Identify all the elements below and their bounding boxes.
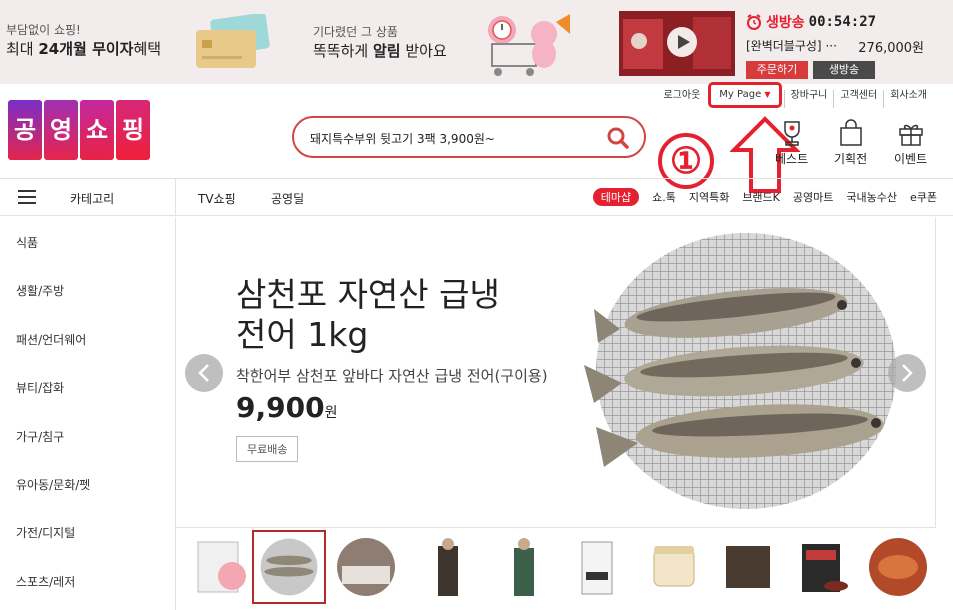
nav-gongyeong-mart[interactable]: 공영마트 bbox=[793, 189, 833, 205]
event-label: 이벤트 bbox=[894, 152, 928, 166]
thumbnail-4[interactable] bbox=[416, 536, 480, 598]
nav-domestic-agri[interactable]: 국내농수산 bbox=[846, 189, 897, 205]
slide-thumbnails bbox=[176, 527, 936, 610]
nav-show-talk[interactable]: 쇼.톡 bbox=[652, 189, 676, 205]
fish-product-image bbox=[584, 233, 896, 509]
thumbnail-3[interactable] bbox=[334, 536, 398, 598]
hero-title-line2: 전어 1kg bbox=[236, 315, 369, 354]
category-sidebar: 식품 생활/주방 패션/언더웨어 뷰티/잡화 가구/침구 유아동/문화/펫 가전… bbox=[0, 217, 176, 610]
plan-label: 기획전 bbox=[834, 152, 868, 166]
nav-brand-k[interactable]: 브랜드K bbox=[742, 189, 780, 205]
nav-divider bbox=[175, 179, 176, 216]
shopping-bag-icon bbox=[839, 119, 862, 146]
best-link[interactable]: 베스트 bbox=[775, 118, 808, 167]
free-shipping-tag: 무료배송 bbox=[236, 436, 299, 462]
alarm-promo[interactable]: 기다렸던 그 상품 똑똑하게 알림 받아요 bbox=[313, 24, 447, 59]
nav-regional[interactable]: 지역특화 bbox=[689, 189, 729, 205]
live-product-price: 276,000원 bbox=[858, 41, 924, 56]
thumbnail-1[interactable] bbox=[190, 536, 254, 598]
thumbnail-5[interactable] bbox=[492, 536, 556, 598]
thumbnail-7[interactable] bbox=[642, 536, 706, 598]
next-slide-button[interactable] bbox=[888, 354, 926, 392]
thumbnail-9[interactable] bbox=[792, 536, 856, 598]
logo-char-1: 공 bbox=[8, 100, 42, 160]
site-logo[interactable]: 공 영 쇼 핑 bbox=[8, 100, 150, 160]
live-product-info[interactable]: [완벽더블구성] ··· 276,000원 bbox=[746, 37, 946, 56]
hero-title: 삼천포 자연산 급냉 전어 1kg bbox=[236, 275, 500, 355]
installment-promo-line1: 부담없이 쇼핑! bbox=[6, 23, 81, 37]
gift-icon bbox=[898, 124, 923, 146]
live-product-ellipsis: ··· bbox=[825, 39, 837, 53]
live-video-thumbnail[interactable] bbox=[619, 11, 735, 76]
caret-down-icon: ▼ bbox=[764, 90, 771, 99]
logout-link[interactable]: 로그아웃 bbox=[657, 90, 706, 108]
live-label: 생방송 bbox=[766, 15, 805, 31]
sidebar-item-living[interactable]: 생활/주방 bbox=[16, 282, 64, 299]
sidebar-item-beauty[interactable]: 뷰티/잡화 bbox=[16, 379, 64, 396]
thumbnail-8[interactable] bbox=[716, 536, 780, 598]
thumbnail-6[interactable] bbox=[566, 536, 630, 598]
logo-char-4: 핑 bbox=[116, 100, 150, 160]
hero-price: 9,900원 bbox=[236, 391, 338, 424]
pig-mascot-image bbox=[488, 14, 570, 76]
hero-title-line1: 삼천포 자연산 급냉 bbox=[236, 275, 500, 314]
nav-right-links: 테마샵 쇼.톡 지역특화 브랜드K 공영마트 국내농수산 e쿠폰 bbox=[592, 188, 937, 206]
event-link[interactable]: 이벤트 bbox=[894, 118, 927, 167]
about-link[interactable]: 회사소개 bbox=[883, 90, 933, 108]
sidebar-item-fashion[interactable]: 패션/언더웨어 bbox=[16, 331, 86, 348]
thumbnail-10[interactable] bbox=[866, 536, 930, 598]
credit-card-image bbox=[196, 14, 270, 68]
nav-e-coupon[interactable]: e쿠폰 bbox=[910, 189, 937, 205]
hamburger-menu-icon[interactable] bbox=[18, 190, 36, 204]
promo-banner: 부담없이 쇼핑! 최대 24개월 무이자혜택 기다렸던 그 상품 똑똑하게 알림… bbox=[0, 0, 953, 84]
search-bar[interactable]: 돼지특수부위 뒷고기 3팩 3,900원~ bbox=[292, 116, 646, 158]
sidebar-item-kids[interactable]: 유아동/문화/펫 bbox=[16, 476, 90, 493]
trophy-icon bbox=[783, 121, 800, 146]
mypage-label: My Page bbox=[719, 89, 762, 100]
search-icon[interactable] bbox=[606, 126, 630, 150]
nav-tv-shopping[interactable]: TV쇼핑 bbox=[198, 190, 236, 207]
nav-gongyeong-deal[interactable]: 공영딜 bbox=[271, 190, 304, 207]
order-button[interactable]: 주문하기 bbox=[746, 61, 808, 79]
alarm-promo-line2: 똑똑하게 알림 받아요 bbox=[313, 42, 447, 60]
alarm-promo-line1: 기다렸던 그 상품 bbox=[313, 25, 398, 39]
live-countdown: 00:54:27 bbox=[808, 14, 877, 30]
hero-subtitle: 착한어부 삼천포 앞바다 자연산 급냉 전어(구이용) bbox=[236, 367, 548, 385]
prev-slide-button[interactable] bbox=[185, 354, 223, 392]
nav-theme-shop[interactable]: 테마샵 bbox=[592, 188, 640, 206]
installment-promo[interactable]: 부담없이 쇼핑! 최대 24개월 무이자혜택 bbox=[6, 22, 161, 57]
utility-links: 로그아웃 My Page ▼ 장바구니 고객센터 회사소개 bbox=[657, 82, 933, 108]
logo-char-3: 쇼 bbox=[80, 100, 114, 160]
sidebar-item-sports[interactable]: 스포츠/레저 bbox=[16, 573, 75, 590]
category-menu[interactable]: 카테고리 bbox=[70, 190, 114, 207]
live-product-name: [완벽더블구성] bbox=[746, 39, 822, 53]
alarm-clock-icon bbox=[747, 14, 761, 30]
thumbnail-2-selected[interactable] bbox=[252, 530, 326, 604]
support-link[interactable]: 고객센터 bbox=[833, 90, 883, 108]
main-nav: 카테고리 TV쇼핑 공영딜 테마샵 쇼.톡 지역특화 브랜드K 공영마트 국내농… bbox=[0, 178, 953, 216]
live-button[interactable]: 생방송 bbox=[813, 61, 875, 79]
search-input[interactable]: 돼지특수부위 뒷고기 3팩 3,900원~ bbox=[310, 130, 495, 147]
best-label: 베스트 bbox=[775, 152, 809, 166]
cart-link[interactable]: 장바구니 bbox=[783, 90, 834, 108]
installment-promo-line2: 최대 24개월 무이자혜택 bbox=[6, 40, 162, 58]
plan-link[interactable]: 기획전 bbox=[834, 118, 867, 167]
logo-char-2: 영 bbox=[44, 100, 78, 160]
play-icon[interactable] bbox=[667, 27, 697, 57]
sidebar-item-food[interactable]: 식품 bbox=[16, 234, 38, 251]
sidebar-item-electronics[interactable]: 가전/디지털 bbox=[16, 524, 75, 541]
chevron-left-icon bbox=[198, 364, 209, 382]
chevron-right-icon bbox=[902, 364, 913, 382]
hero-banner[interactable]: 삼천포 자연산 급냉 전어 1kg 착한어부 삼천포 앞바다 자연산 급냉 전어… bbox=[176, 217, 936, 527]
sidebar-item-furniture[interactable]: 가구/침구 bbox=[16, 428, 64, 445]
mypage-link[interactable]: My Page ▼ bbox=[708, 82, 782, 108]
live-broadcast-panel: 생방송 00:54:27 [완벽더블구성] ··· 276,000원 주문하기 … bbox=[746, 12, 946, 79]
